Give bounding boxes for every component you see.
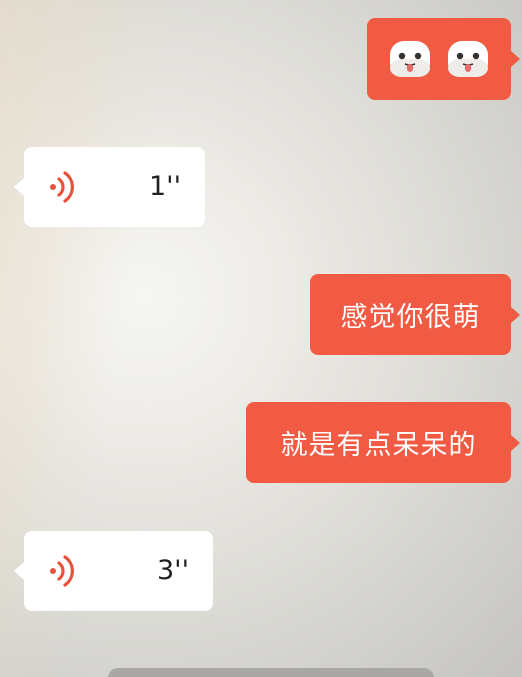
outgoing-text-bubble[interactable]: 感觉你很萌 (310, 274, 520, 355)
voice-wave-icon (50, 171, 74, 203)
tongue-face-emoji (390, 41, 430, 77)
emoji-row (388, 39, 490, 79)
message-text: 感觉你很萌 (340, 302, 481, 333)
incoming-voice-bubble[interactable]: 3'' (14, 531, 213, 611)
home-indicator[interactable] (108, 668, 434, 677)
incoming-voice-bubble[interactable]: 1'' (14, 147, 205, 227)
voice-duration: 1'' (148, 171, 181, 202)
outgoing-text-bubble[interactable]: 就是有点呆呆的 (246, 402, 520, 483)
outgoing-emoji-bubble[interactable] (367, 18, 520, 100)
message-text: 就是有点呆呆的 (280, 430, 477, 461)
voice-wave-icon (50, 555, 74, 587)
tongue-face-emoji (448, 41, 488, 77)
voice-duration: 3'' (156, 555, 189, 586)
